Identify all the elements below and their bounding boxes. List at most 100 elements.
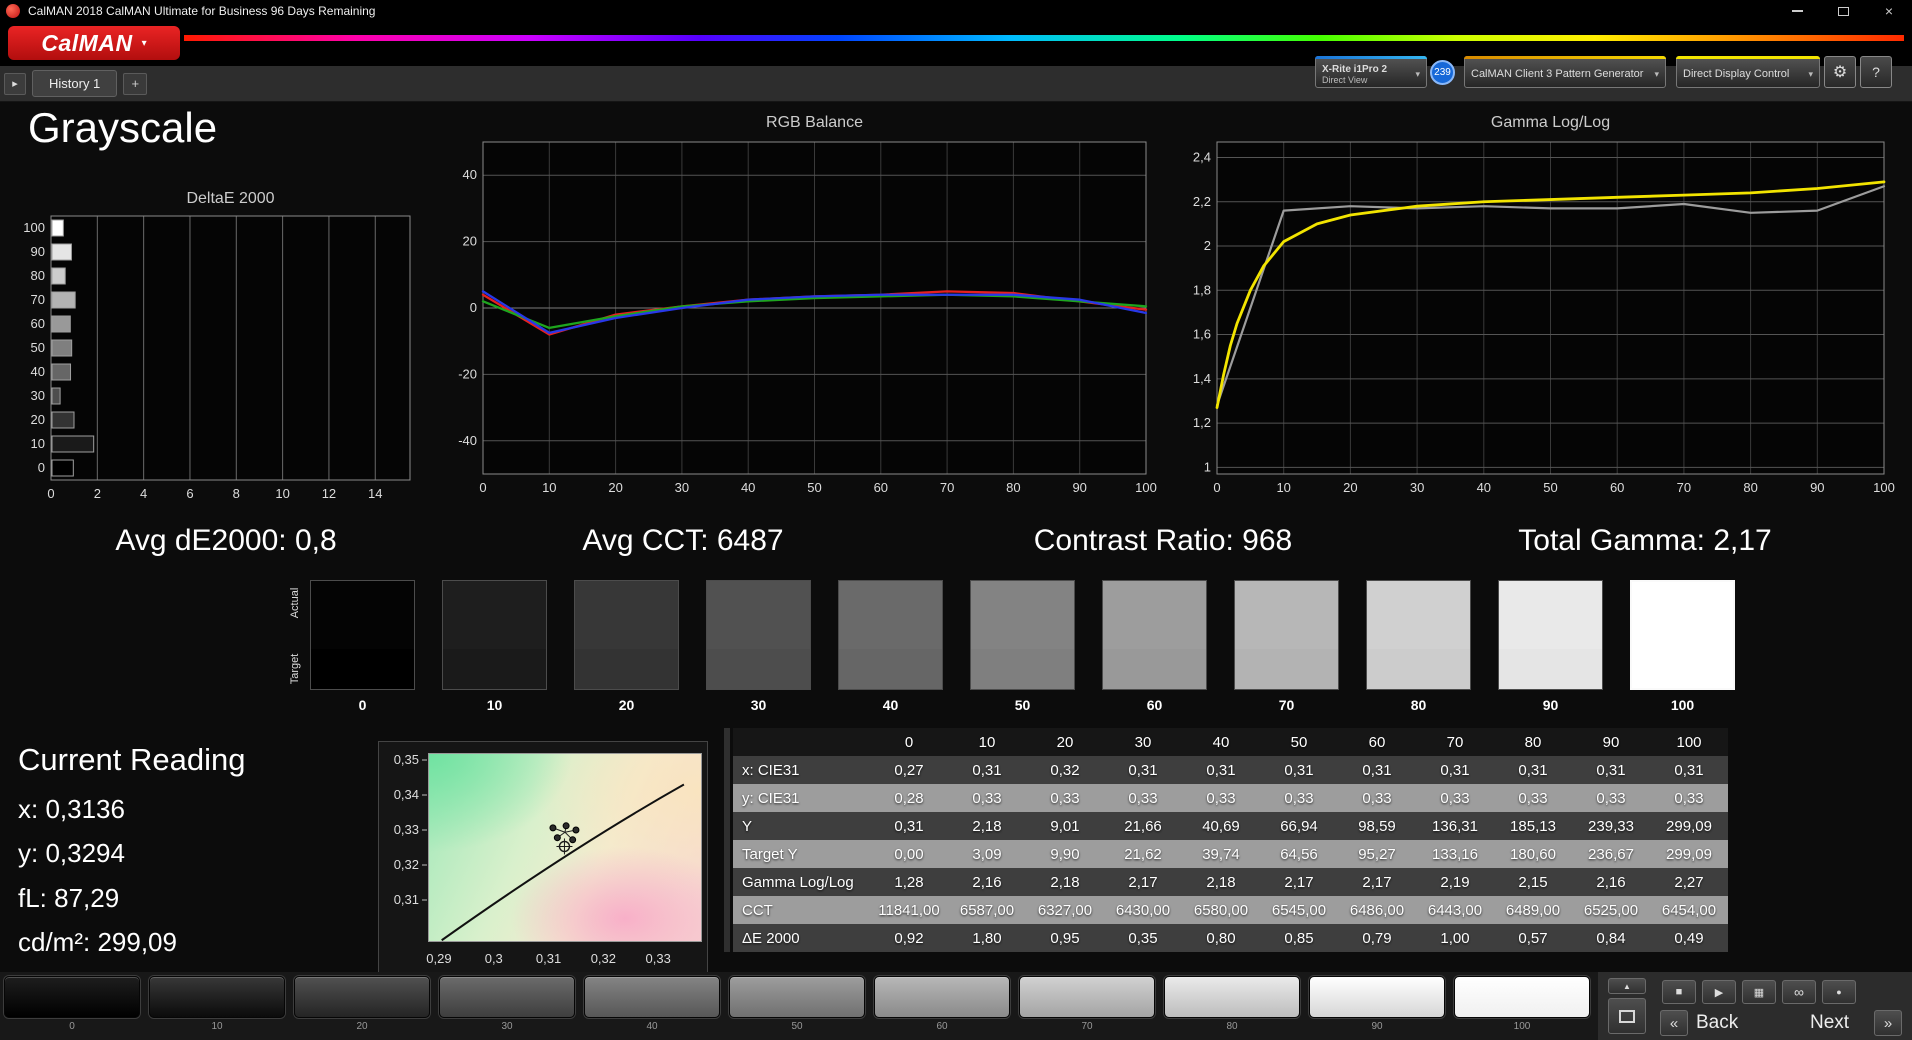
level-button-cell: 50 (729, 976, 865, 1032)
svg-text:70: 70 (940, 480, 954, 495)
svg-text:1,4: 1,4 (1193, 371, 1211, 386)
svg-text:0,32: 0,32 (591, 951, 616, 966)
continuous-measure-button[interactable]: ∞ (1782, 980, 1816, 1004)
table-row-label: Target Y (742, 845, 798, 863)
window-title: CalMAN 2018 CalMAN Ultimate for Business… (28, 4, 376, 18)
table-cell: 0,27 (894, 761, 924, 779)
table-cell: 6587,00 (959, 901, 1015, 919)
next-chevron-button[interactable]: » (1874, 1010, 1902, 1036)
table-row-label: Y (742, 817, 753, 835)
settings-button[interactable]: ⚙ (1824, 56, 1856, 88)
table-cell: 2,18 (1050, 873, 1080, 891)
table-splitter[interactable] (724, 728, 730, 952)
pattern-level-button-30[interactable] (439, 976, 575, 1018)
close-button[interactable]: × (1866, 0, 1912, 22)
table-cell: 185,13 (1510, 817, 1556, 835)
grayscale-swatch-80 (1366, 580, 1471, 690)
pattern-level-button-100[interactable] (1454, 976, 1590, 1018)
meter-name: X-Rite i1Pro 2 (1322, 63, 1388, 75)
table-cell: 9,01 (1050, 817, 1080, 835)
deltae-chart-title: DeltaE 2000 (186, 190, 275, 207)
grayscale-swatch-cell: 40 (838, 580, 943, 713)
collapse-panel-button[interactable]: ▲ (1608, 978, 1646, 994)
table-row-label: CCT (742, 901, 773, 919)
window-mode-button[interactable] (1608, 998, 1646, 1034)
grayscale-swatch-90 (1498, 580, 1603, 690)
meter-dropdown[interactable]: X-Rite i1Pro 2 Direct View ▾ (1315, 56, 1427, 88)
calman-window: CalMAN 2018 CalMAN Ultimate for Business… (0, 0, 1912, 1040)
pattern-level-button-10[interactable] (149, 976, 285, 1018)
stop-button[interactable]: ■ (1662, 980, 1696, 1004)
help-button[interactable]: ? (1860, 56, 1892, 88)
table-cell: 0,35 (1128, 929, 1158, 947)
save-icon: ▦ (1753, 986, 1765, 999)
table-cell: 6489,00 (1505, 901, 1561, 919)
pattern-level-button-0[interactable] (4, 976, 140, 1018)
swatch-actual-region (1103, 581, 1206, 650)
add-tab-button[interactable]: + (123, 72, 148, 95)
transport-panel: ▲ ■ ▶ ▦ ∞ ● « Back Next » (1598, 972, 1912, 1040)
table-cell: 6545,00 (1271, 901, 1327, 919)
record-button[interactable]: ● (1822, 980, 1856, 1004)
table-cell: 180,60 (1510, 845, 1556, 863)
svg-text:-40: -40 (458, 433, 477, 448)
calman-logo-menu[interactable]: CalMAN ▾ (8, 26, 180, 60)
pattern-level-button-80[interactable] (1164, 976, 1300, 1018)
level-button-label: 50 (791, 1021, 803, 1032)
table-row: y: CIE31 0,28 0,33 0,33 0,33 0,33 0,33 0,33 0,33… (733, 784, 1728, 812)
calman-logo-text: CalMAN (41, 29, 133, 56)
rgb-chart-title: RGB Balance (766, 114, 863, 131)
pattern-level-button-50[interactable] (729, 976, 865, 1018)
svg-text:12: 12 (322, 486, 336, 501)
grayscale-swatch-cell: 20 (574, 580, 679, 713)
table-column-header: 60 (1368, 733, 1386, 751)
reading-cdm2-value: cd/m²: 299,09 (18, 927, 177, 957)
grayscale-swatch-cell: 30 (706, 580, 811, 713)
pattern-level-button-70[interactable] (1019, 976, 1155, 1018)
table-row-label: x: CIE31 (742, 761, 800, 779)
level-button-cell: 30 (439, 976, 575, 1032)
svg-text:6: 6 (186, 486, 193, 501)
title-bar: CalMAN 2018 CalMAN Ultimate for Business… (0, 0, 1912, 22)
table-cell: 0,33 (1518, 789, 1548, 807)
pattern-level-button-20[interactable] (294, 976, 430, 1018)
tab-scroll-button[interactable]: ▸ (4, 72, 26, 95)
save-button[interactable]: ▦ (1742, 980, 1776, 1004)
svg-text:50: 50 (1543, 480, 1557, 495)
table-cell: 6454,00 (1661, 901, 1717, 919)
svg-text:1: 1 (1204, 459, 1211, 474)
svg-text:20: 20 (1343, 480, 1357, 495)
grayscale-swatch-70 (1234, 580, 1339, 690)
svg-text:10: 10 (31, 436, 45, 451)
pattern-generator-dropdown[interactable]: CalMAN Client 3 Pattern Generator ▾ (1464, 56, 1666, 88)
display-control-dropdown[interactable]: Direct Display Control ▾ (1676, 56, 1820, 88)
back-button[interactable]: Back (1696, 1012, 1738, 1034)
display-dropdown-accent (1676, 56, 1820, 59)
play-button[interactable]: ▶ (1702, 980, 1736, 1004)
cie-chromaticity-chart: 0,35 0,34 0,33 0,32 0,31 0,29 0,3 0,31 0,32 0,33 (378, 741, 708, 977)
maximize-button[interactable] (1820, 0, 1866, 22)
pattern-generator-name: CalMAN Client 3 Pattern Generator (1471, 68, 1644, 80)
svg-text:1,2: 1,2 (1193, 415, 1211, 430)
svg-text:8: 8 (233, 486, 240, 501)
stop-icon: ■ (1675, 986, 1683, 998)
back-chevron-button[interactable]: « (1660, 1010, 1688, 1036)
svg-text:0,3: 0,3 (485, 951, 503, 966)
minimize-button[interactable] (1774, 0, 1820, 22)
svg-text:2,4: 2,4 (1193, 149, 1211, 164)
table-cell: 6486,00 (1349, 901, 1405, 919)
table-cell: 0,80 (1206, 929, 1236, 947)
total-gamma-readout: Total Gamma: 2,17 (1518, 524, 1772, 557)
swatch-level-label: 100 (1670, 697, 1695, 713)
table-cell: 9,90 (1050, 845, 1080, 863)
pattern-level-button-40[interactable] (584, 976, 720, 1018)
svg-text:10: 10 (275, 486, 289, 501)
pattern-level-button-60[interactable] (874, 976, 1010, 1018)
grayscale-swatch-100 (1630, 580, 1735, 690)
next-button[interactable]: Next (1810, 1012, 1849, 1034)
svg-text:40: 40 (1477, 480, 1491, 495)
tab-history-1[interactable]: History 1 (32, 70, 118, 97)
pattern-level-button-90[interactable] (1309, 976, 1445, 1018)
swatch-actual-region (575, 581, 678, 650)
window-controls: × (1774, 0, 1912, 22)
